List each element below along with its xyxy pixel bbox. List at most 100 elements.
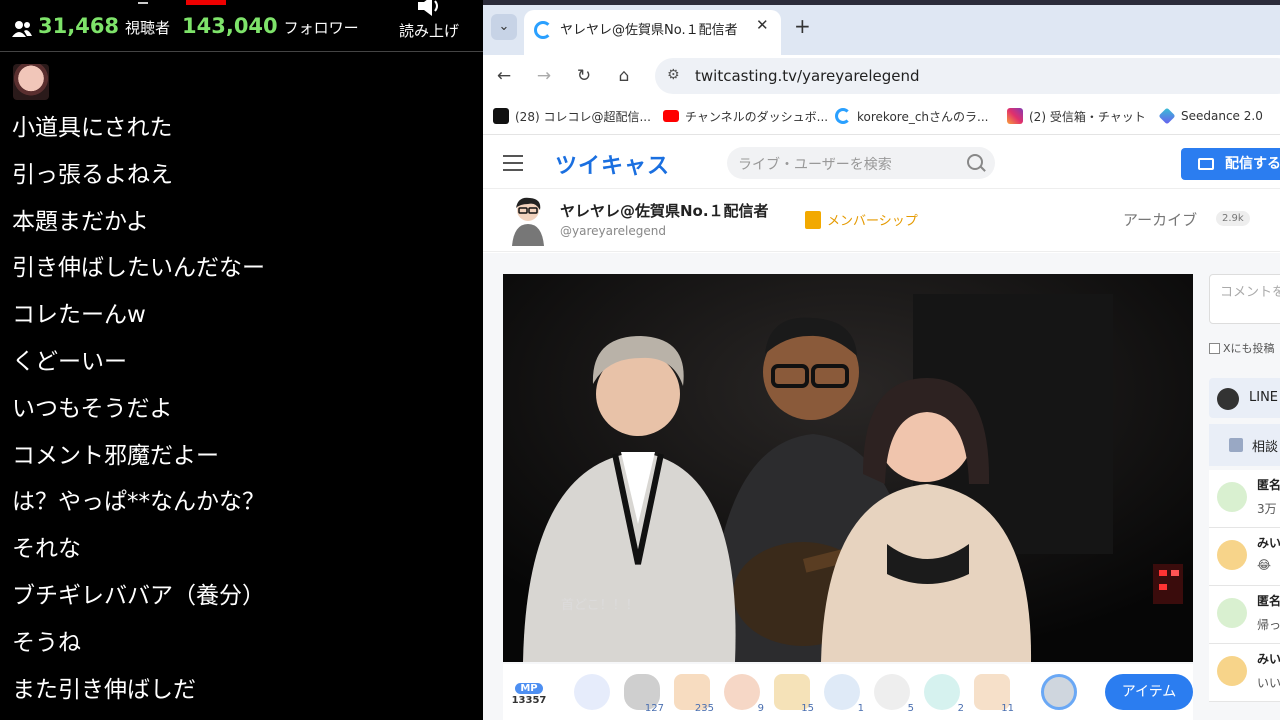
twitcasting-favicon-icon xyxy=(534,21,552,39)
membership-link[interactable]: メンバーシップ xyxy=(805,210,918,229)
comment-text: それな xyxy=(12,536,81,563)
membership-icon xyxy=(805,210,821,229)
comment-text: 本題まだかよ xyxy=(12,208,149,235)
active-tab[interactable]: ヤレヤレ@佐賀県No.１配信者 (@ ✕ xyxy=(524,10,781,55)
gift-count: 11 xyxy=(1001,703,1014,714)
comment-text: 引っ張るよねえ xyxy=(12,161,173,188)
url-text: twitcasting.tv/yareyarelegend xyxy=(695,67,920,85)
comment-text: そうね xyxy=(12,629,81,656)
comment-message: 😂 xyxy=(1257,558,1272,572)
gift-cake-button[interactable]: 11 xyxy=(974,674,1014,714)
tab-title: ヤレヤレ@佐賀県No.１配信者 (@ xyxy=(560,23,740,38)
item-button[interactable]: アイテム xyxy=(1105,674,1193,710)
address-bar[interactable]: ⚙ twitcasting.tv/yareyarelegend xyxy=(655,58,1280,94)
mp-balance: MP 13357 xyxy=(511,676,547,706)
sidebar-comment: 匿名 3万 xyxy=(1209,470,1280,528)
search-icon[interactable] xyxy=(967,154,983,170)
bookmark-item[interactable]: (28) コレコレ@超配信... xyxy=(493,107,651,125)
sidebar-comment: みい いい xyxy=(1209,644,1280,702)
gift-cloud-button[interactable]: 5 xyxy=(874,674,914,714)
comment-text: また引き伸ばしだ xyxy=(12,676,196,703)
bookmark-label: korekore_chさんのラ... xyxy=(857,109,989,124)
broadcast-button[interactable]: 配信する xyxy=(1181,148,1280,180)
gift-ghost-button[interactable]: 1 xyxy=(824,674,864,714)
reload-button[interactable]: ↻ xyxy=(572,64,596,88)
user-avatar xyxy=(1217,656,1247,686)
gift-clap-button[interactable]: 9 xyxy=(724,674,764,714)
gift-count: 235 xyxy=(694,703,714,714)
seedance-icon xyxy=(1158,107,1176,125)
smiley-avatar-icon xyxy=(1217,598,1247,628)
viewers-label: 視聴者 xyxy=(125,19,171,37)
channel-handle: @yareyarelegend xyxy=(560,224,666,238)
site-logo[interactable]: ツイキャス xyxy=(555,148,670,180)
search-placeholder: ライブ・ユーザーを検索 xyxy=(738,157,892,173)
forward-button[interactable]: → xyxy=(532,64,556,88)
gift-capsule-button[interactable] xyxy=(1041,674,1081,714)
gift-coin-button[interactable]: 127 xyxy=(624,674,664,714)
gift-gem-button[interactable]: 2 xyxy=(924,674,964,714)
archive-count-badge: 2.9k xyxy=(1216,211,1250,226)
gift-smile-button[interactable] xyxy=(574,674,614,714)
new-tab-button[interactable]: + xyxy=(794,14,811,38)
search-input[interactable]: ライブ・ユーザーを検索 xyxy=(727,147,995,179)
gift-tea-button[interactable]: 235 xyxy=(674,674,714,714)
commenter-name: みい xyxy=(1257,536,1280,550)
back-button[interactable]: ← xyxy=(492,64,516,88)
mp-badge: MP xyxy=(515,683,543,694)
sidebar-comment: 匿名 帰っ xyxy=(1209,586,1280,644)
viewers-count: 31,468 xyxy=(38,14,120,38)
gem-icon xyxy=(924,674,960,710)
smile-icon xyxy=(574,674,610,710)
commenter-name: みい xyxy=(1257,652,1280,666)
bookmark-item[interactable]: korekore_chさんのラ... xyxy=(835,107,988,125)
comment-sidebar: コメントを Xにも投稿 LINE 相談 匿名 3万 みい 😂 匿名 帰っ みい … xyxy=(1209,274,1280,720)
consult-row[interactable]: 相談 xyxy=(1209,424,1280,466)
viewers-stat: 31,468 視聴者 xyxy=(38,14,170,42)
archive-link[interactable]: アーカイブ xyxy=(1123,209,1197,230)
broadcast-label: 配信する xyxy=(1225,156,1280,172)
tab-close-icon[interactable]: ✕ xyxy=(756,16,769,34)
comment-text: ブチギレババア（養分） xyxy=(12,582,265,609)
comment-text: は？やっぱ**なんかな？ xyxy=(12,489,265,516)
gift-snack-button[interactable]: 15 xyxy=(774,674,814,714)
comment-text: 小道具にされた xyxy=(12,115,173,141)
menu-icon[interactable] xyxy=(503,155,523,171)
comment-text: コレたーんw xyxy=(12,302,146,329)
gift-bar: MP 13357 127 235 9 15 1 5 2 11 アイテム xyxy=(503,664,1193,720)
channel-header: ヤレヤレ@佐賀県No.１配信者 @yareyarelegend メンバーシップ … xyxy=(483,190,1280,252)
comment-input[interactable]: コメントを xyxy=(1209,274,1280,324)
live-indicator xyxy=(186,0,226,5)
comment-message: いい xyxy=(1257,676,1280,690)
comment-message: 3万 xyxy=(1257,502,1277,516)
line-row[interactable]: LINE xyxy=(1209,378,1280,418)
comment-text: 引き伸ばしたいんだなー xyxy=(12,255,265,282)
post-to-x-label: Xにも投稿 xyxy=(1223,342,1275,355)
read-aloud-button[interactable]: 読み上げ xyxy=(396,0,462,48)
camera-icon xyxy=(1198,158,1214,170)
bookmark-item[interactable]: Seedance 2.0 xyxy=(1158,107,1263,125)
post-to-x-option[interactable]: Xにも投稿 xyxy=(1209,340,1275,356)
post-to-x-checkbox[interactable] xyxy=(1209,342,1220,354)
gift-count: 5 xyxy=(907,703,914,714)
sidebar-comment: みい 😂 xyxy=(1209,528,1280,586)
bookmark-item[interactable]: チャンネルのダッシュボ... xyxy=(663,107,828,125)
comment-message: 帰っ xyxy=(1257,618,1280,632)
twitcasting-icon xyxy=(835,108,851,124)
tab-list-button[interactable]: ⌄ xyxy=(491,14,517,40)
bookmark-item[interactable]: (2) 受信箱・チャット xyxy=(1007,107,1146,125)
home-button[interactable]: ⌂ xyxy=(612,64,636,88)
consult-label: 相談 xyxy=(1252,440,1279,455)
bookmarks-bar: (28) コレコレ@超配信... チャンネルのダッシュボ... korekore… xyxy=(483,97,1280,135)
commenter-name: 匿名 xyxy=(1257,594,1280,608)
site-info-icon[interactable]: ⚙ xyxy=(667,67,680,83)
mp-value: 13357 xyxy=(511,695,547,706)
divider xyxy=(138,2,148,4)
video-player[interactable]: 首どこ！！！ xyxy=(503,274,1193,662)
site-header: ツイキャス ライブ・ユーザーを検索 配信する xyxy=(483,137,1280,189)
commenter-name: 匿名 xyxy=(1257,478,1280,492)
bookmark-label: Seedance 2.0 xyxy=(1181,109,1263,123)
channel-name[interactable]: ヤレヤレ@佐賀県No.１配信者 xyxy=(560,200,769,221)
youtube-icon xyxy=(663,110,679,122)
channel-avatar[interactable] xyxy=(508,196,548,246)
